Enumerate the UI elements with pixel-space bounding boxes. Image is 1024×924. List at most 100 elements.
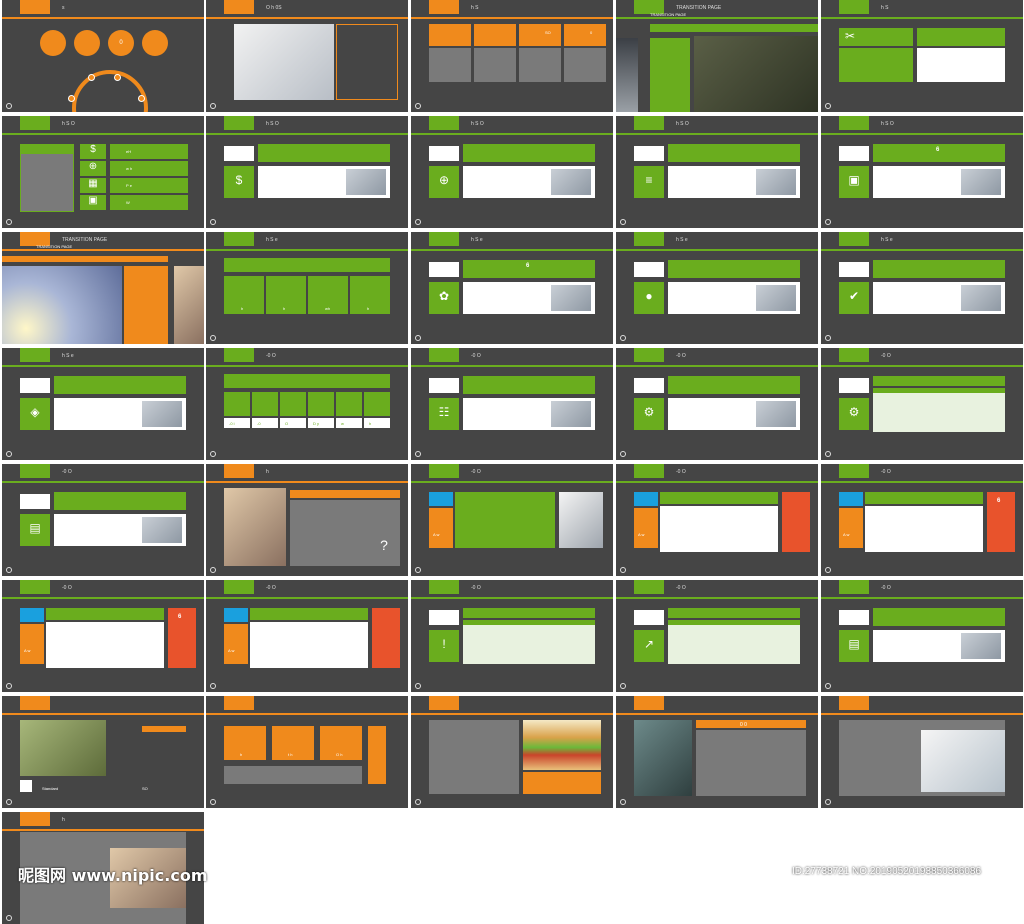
content-photo	[961, 285, 1001, 311]
slide-thumbnail[interactable]: -0 O ☷	[411, 348, 613, 460]
flow-card	[46, 622, 164, 668]
slide-thumbnail[interactable]	[411, 696, 613, 808]
slide-thumbnail[interactable]: h S e ●	[616, 232, 818, 344]
feature-tile	[564, 24, 606, 46]
slide-thumbnail[interactable]: h S O 6 ▣	[821, 116, 1023, 228]
slide-thumbnail[interactable]: h S e h h wh h	[206, 232, 408, 344]
slide-divider	[616, 249, 818, 251]
slide-title: -0 O	[62, 469, 72, 475]
circle-node	[74, 30, 100, 56]
content-photo	[551, 285, 591, 311]
header-green-bar	[873, 608, 1005, 626]
tile-label: A w	[433, 532, 440, 537]
slide-thumbnail[interactable]: TRANSITION PAGE TRANSITION PAGE	[616, 0, 818, 112]
slide-divider	[616, 17, 818, 19]
header-green-bar	[54, 492, 186, 510]
slide-icon: ▣	[848, 173, 860, 187]
header-green-bar	[463, 144, 595, 162]
content-photo	[142, 517, 182, 543]
slide-tab	[224, 116, 254, 130]
burger-photo	[523, 720, 601, 770]
slide-title: h S e	[266, 237, 278, 243]
slide-title: -0 O	[881, 353, 891, 359]
slide-tab	[839, 0, 869, 14]
header-label: 0 0	[740, 722, 747, 728]
slide-title: -0 O	[676, 353, 686, 359]
content-card	[917, 48, 1005, 82]
slide-thumbnail[interactable]: -0 O ⚙	[821, 348, 1023, 460]
circle-node: 0	[108, 30, 134, 56]
slide-thumbnail[interactable]: -0 O -0 i -0 O D y w h	[206, 348, 408, 460]
slide-thumbnail[interactable]: TRANSITION PAGE TRANSITION PAGE	[2, 232, 204, 344]
slide-thumbnail[interactable]: h S e ◈	[2, 348, 204, 460]
slide-tab	[429, 696, 459, 710]
header-green-bar	[668, 144, 800, 162]
slide-thumbnail[interactable]: h S ✂	[821, 0, 1023, 112]
slide-thumbnail[interactable]: h S O $ eH ⊕ w h ▦ P e ▣ W	[2, 116, 204, 228]
slide-thumbnail[interactable]: -0 O A w 6	[2, 580, 204, 692]
slide-thumbnail[interactable]: -0 O ↗	[616, 580, 818, 692]
menu-item-label: W	[126, 200, 130, 205]
slide-divider	[2, 597, 204, 599]
slide-thumbnail[interactable]: h?	[206, 464, 408, 576]
icon-caption-box	[308, 418, 334, 428]
data-table	[463, 620, 595, 664]
slide-title: -0 O	[266, 353, 276, 359]
slide-thumbnail[interactable]: -0 O ▤	[821, 580, 1023, 692]
slide-thumbnail[interactable]: O h 0S	[206, 0, 408, 112]
slide-thumbnail[interactable]: h S O ≡	[616, 116, 818, 228]
table-header-row	[668, 620, 800, 625]
slide-divider	[821, 713, 1023, 715]
back-nav-icon	[415, 219, 421, 225]
icon-caption-box	[336, 418, 362, 428]
back-nav-icon	[620, 219, 626, 225]
feature-tile	[224, 726, 266, 760]
slide-thumbnail[interactable]: -0 O ▤	[2, 464, 204, 576]
slide-title: TRANSITION PAGE	[62, 237, 108, 243]
back-nav-icon	[825, 103, 831, 109]
slide-thumbnail[interactable]: -0 O A w	[206, 580, 408, 692]
slide-title: h S O	[266, 121, 279, 127]
back-nav-icon	[210, 103, 216, 109]
slide-thumbnail[interactable]: -0 O A w	[616, 464, 818, 576]
orange-tile	[634, 508, 658, 548]
side-panel	[650, 38, 690, 112]
header-orange-bar	[290, 490, 400, 498]
slide-tab	[20, 348, 50, 362]
slide-thumbnail[interactable]: -0 O!	[411, 580, 613, 692]
slide-thumbnail[interactable]	[821, 696, 1023, 808]
slide-thumbnail[interactable]: -0 O ⚙	[616, 348, 818, 460]
slide-thumbnail[interactable]: -0 O A w 6	[821, 464, 1023, 576]
back-nav-icon	[620, 799, 626, 805]
slide-icon: ↗	[643, 637, 655, 651]
slide-thumbnail[interactable]: ht hO h	[206, 696, 408, 808]
slide-thumbnail[interactable]: h S e 6 ✿	[411, 232, 613, 344]
slide-thumbnail[interactable]: -0 O A w	[411, 464, 613, 576]
slide-thumbnail[interactable]: h S O $	[206, 116, 408, 228]
slide-title: h S e	[471, 237, 483, 243]
orange-tile	[224, 624, 248, 664]
data-table	[873, 388, 1005, 432]
slide-tab	[634, 348, 664, 362]
slide-divider	[206, 17, 408, 19]
tile-label: A w	[843, 532, 850, 537]
slide-thumbnail[interactable]: h S SO 0	[411, 0, 613, 112]
back-nav-icon	[825, 799, 831, 805]
title-white-box	[429, 378, 459, 393]
feature-label: O h	[336, 752, 343, 757]
blue-tile	[634, 492, 658, 506]
menu-item	[110, 144, 188, 159]
slide-thumbnail[interactable]: h S O ⊕	[411, 116, 613, 228]
slide-thumbnail[interactable]: 0 0	[616, 696, 818, 808]
slide-thumbnail[interactable]: s0	[2, 0, 204, 112]
slide-icon: ⊕	[438, 173, 450, 187]
bulbs-photo	[2, 266, 122, 344]
slide-thumbnail[interactable]: Standard SO	[2, 696, 204, 808]
slide-tab	[20, 580, 50, 594]
slide-divider	[2, 481, 204, 483]
slide-icon: ⚙	[643, 405, 655, 419]
slide-thumbnail[interactable]: h S e ✔	[821, 232, 1023, 344]
slide-title: -0 O	[676, 469, 686, 475]
red-panel-number: 6	[178, 614, 182, 620]
feature-tile	[519, 24, 561, 46]
